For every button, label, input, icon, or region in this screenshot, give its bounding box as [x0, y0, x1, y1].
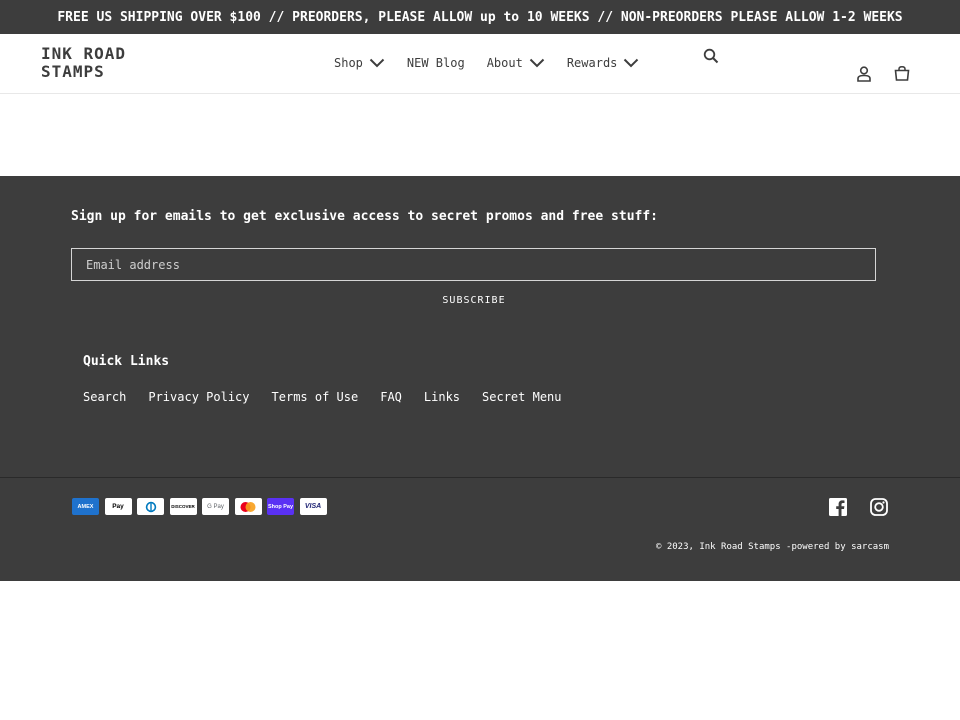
diners-mark: [145, 501, 156, 512]
search-icon[interactable]: [703, 48, 719, 64]
footer-link-faq[interactable]: FAQ: [380, 390, 402, 404]
shop-pay-icon: Shop Pay: [267, 498, 294, 515]
nav-item-label: Shop: [334, 56, 363, 70]
subscribe-button[interactable]: SUBSCRIBE: [424, 295, 524, 306]
nav-item-about[interactable]: About: [487, 56, 545, 70]
nav-item-label: Rewards: [566, 56, 618, 70]
visa-icon: VISA: [299, 498, 327, 515]
quick-links-title: Quick Links: [83, 354, 170, 369]
announcement-text: FREE US SHIPPING OVER $100 // PREORDERS,…: [57, 9, 903, 25]
footer-link-privacy-policy[interactable]: Privacy Policy: [148, 390, 249, 404]
newsletter-heading: Sign up for emails to get exclusive acce…: [71, 209, 658, 224]
quick-links: Search Privacy Policy Terms of Use FAQ L…: [83, 390, 584, 404]
nav-item-shop[interactable]: Shop: [334, 56, 385, 70]
footer-link-search[interactable]: Search: [83, 390, 126, 404]
chevron-down-icon: [369, 58, 385, 68]
amex-icon: AMEX: [72, 498, 99, 515]
amex-label: AMEX: [77, 503, 94, 510]
announcement-bar: FREE US SHIPPING OVER $100 // PREORDERS,…: [0, 0, 960, 34]
nav-item-label: NEW Blog: [406, 56, 465, 70]
mastercard-icon: [234, 498, 262, 515]
copyright-text: © 2023, Ink Road Stamps -powered by sarc…: [656, 542, 889, 552]
site-footer: Sign up for emails to get exclusive acce…: [0, 176, 960, 581]
footer-link-links[interactable]: Links: [424, 390, 460, 404]
nav-item-blog[interactable]: NEW Blog: [407, 56, 465, 70]
facebook-icon[interactable]: [829, 498, 847, 516]
chevron-down-icon: [624, 58, 639, 68]
instagram-icon[interactable]: [870, 498, 888, 516]
site-header: INK ROAD STAMPS Shop NEW Blog About Rewa…: [0, 34, 960, 94]
apple-pay-icon: Pay: [104, 498, 132, 515]
footer-link-secret-menu[interactable]: Secret Menu: [482, 390, 561, 404]
nav-item-label: About: [486, 56, 523, 70]
diners-icon: [137, 498, 164, 515]
main-nav: Shop NEW Blog About Rewards: [334, 56, 661, 70]
google-pay-icon: G Pay: [202, 498, 229, 515]
discover-icon: DISCOVER: [169, 498, 197, 515]
chevron-down-icon: [529, 58, 545, 68]
cart-icon[interactable]: [894, 66, 910, 81]
footer-divider: [0, 477, 960, 478]
footer-link-terms-of-use[interactable]: Terms of Use: [272, 390, 359, 404]
site-logo[interactable]: INK ROAD STAMPS: [41, 45, 181, 81]
apple-pay-label: Pay: [112, 503, 124, 510]
mastercard-mark: [240, 501, 256, 512]
email-field[interactable]: [71, 248, 876, 281]
shop-pay-label: Shop Pay: [267, 503, 294, 510]
nav-item-rewards[interactable]: Rewards: [567, 56, 640, 70]
visa-label: VISA: [304, 503, 322, 510]
discover-label: DISCOVER: [171, 504, 195, 509]
google-pay-label: G Pay: [207, 503, 224, 510]
account-icon[interactable]: [857, 66, 871, 82]
payment-icons: AMEX Pay DISCOVER G Pay Shop Pay VISA: [72, 498, 332, 515]
